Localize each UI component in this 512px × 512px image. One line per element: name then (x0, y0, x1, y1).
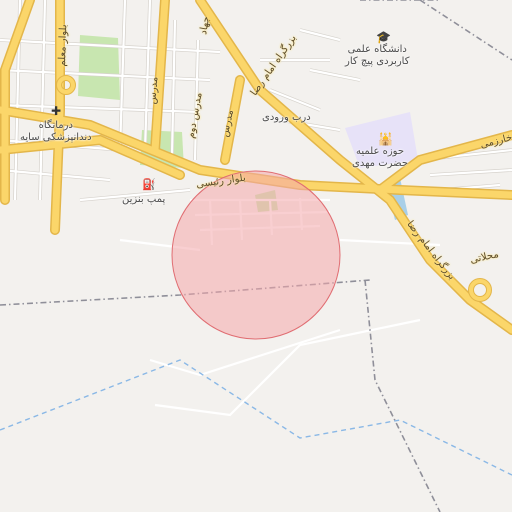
plus-icon[interactable]: ✚ (51, 104, 61, 118)
entrance-gate-label: درب ورودی (262, 112, 311, 123)
gas-station-label: پمپ بنزین (122, 194, 166, 205)
seminary-label: حوزه علمیه حضرت مهدی (352, 146, 409, 169)
dental-clinic-label: درمانگاه دندانپزشکی سایه (20, 120, 92, 143)
boulevard-moallem-label: بلوار معلم (56, 24, 70, 67)
graduation-cap-icon[interactable]: 🎓 (376, 30, 391, 44)
mosque-icon[interactable]: 🕌 (378, 132, 393, 146)
selection-radius-circle[interactable] (171, 170, 341, 340)
fuel-icon[interactable]: ⛽ (142, 178, 156, 191)
university-label: دانشگاه علمی کاربردی پیچ کار (345, 44, 410, 67)
map-canvas[interactable]: ✚ ⛽ 🎓 🕌 درمانگاه دندانپزشکی سایه پمپ بنزی… (0, 0, 512, 512)
